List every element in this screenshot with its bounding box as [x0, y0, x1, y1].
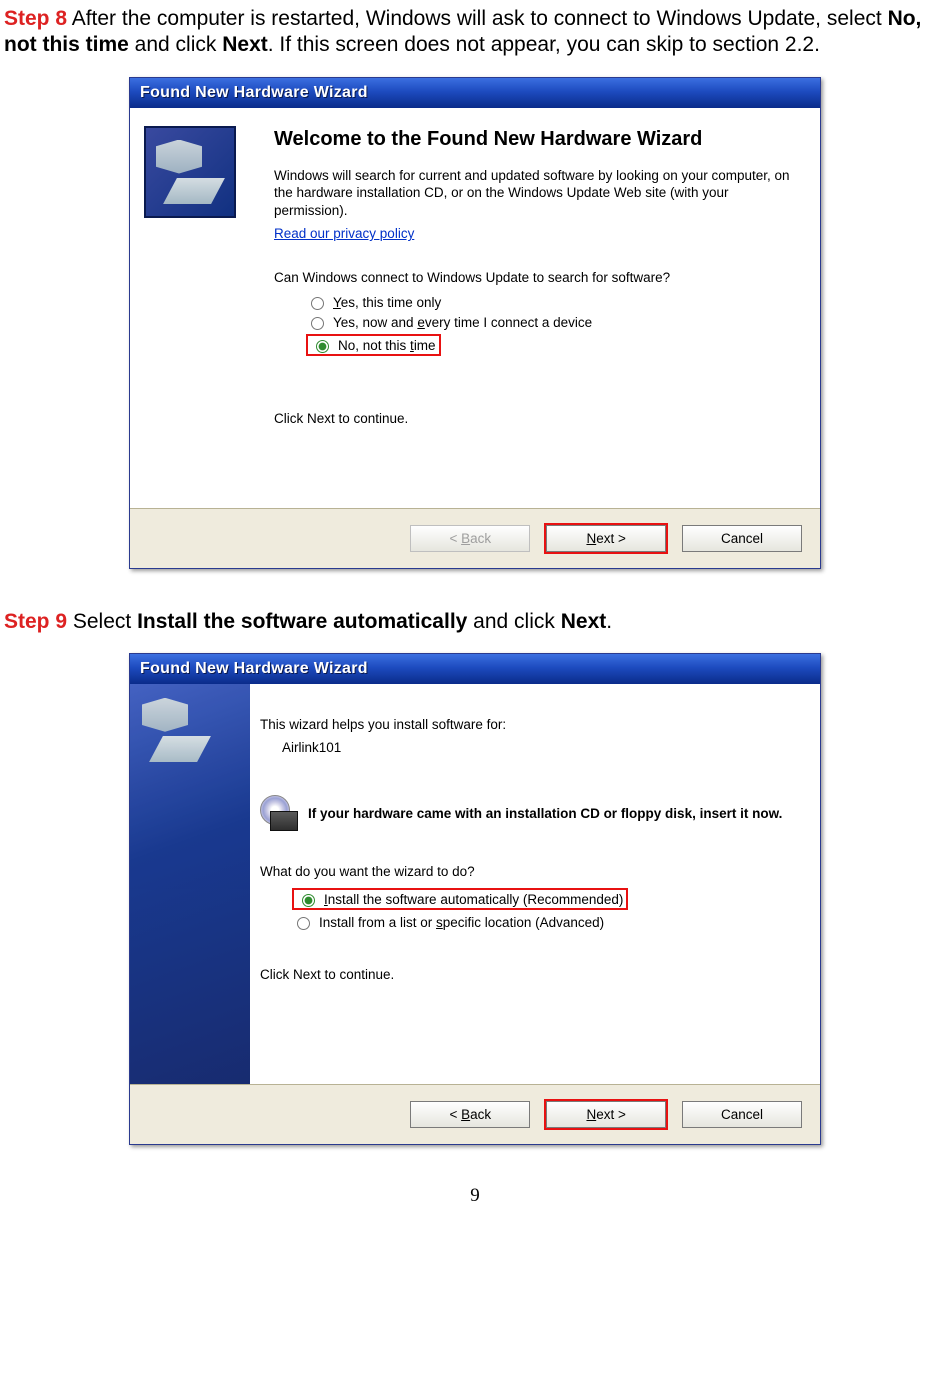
radio-specific[interactable]: Install from a list or specific location… [292, 914, 802, 930]
radio-label-auto: Install the software automatically (Reco… [324, 892, 623, 907]
dialog2-radios: Install the software automatically (Reco… [292, 888, 802, 930]
step9-bold1: Install the software automatically [137, 610, 467, 633]
dialog1-footer: < Back Next > Cancel [130, 508, 820, 568]
dialog1-content: Welcome to the Found New Hardware Wizard… [264, 108, 820, 508]
radio-no[interactable]: No, not this time [306, 334, 802, 356]
dialog2-wrap: Found New Hardware Wizard This wizard he… [4, 653, 942, 1145]
dialog1-icon-column [130, 108, 264, 508]
step8-bold2: Next [222, 33, 268, 56]
hardware-icon [130, 684, 250, 1084]
device-name: Airlink101 [282, 739, 802, 757]
dialog2-titlebar: Found New Hardware Wizard [130, 654, 820, 684]
dialog2-content: This wizard helps you install software f… [250, 684, 820, 1084]
step8-instruction: Step 8 After the computer is restarted, … [4, 6, 942, 59]
radio-input-specific[interactable] [297, 917, 310, 930]
dialog1-heading: Welcome to the Found New Hardware Wizard [274, 128, 802, 151]
back-button[interactable]: < Back [410, 1101, 530, 1128]
dialog2-footer: < Back Next > Cancel [130, 1084, 820, 1144]
cancel-button[interactable]: Cancel [682, 1101, 802, 1128]
dialog1-para1: Windows will search for current and upda… [274, 167, 802, 220]
radio-input-no[interactable] [316, 340, 329, 353]
radio-input-yes-once[interactable] [311, 297, 324, 310]
dialog1-radios: Yes, this time only Yes, now and every t… [306, 294, 802, 356]
radio-input-yes-every[interactable] [311, 317, 324, 330]
dialog1-body: Welcome to the Found New Hardware Wizard… [130, 108, 820, 508]
radio-auto[interactable]: Install the software automatically (Reco… [292, 888, 802, 910]
dialog2-icon-column [130, 684, 250, 1084]
radio-input-auto[interactable] [302, 894, 315, 907]
radio-yes-once[interactable]: Yes, this time only [306, 294, 802, 310]
radio-yes-every[interactable]: Yes, now and every time I connect a devi… [306, 314, 802, 330]
dialog2-question: What do you want the wizard to do? [260, 863, 802, 881]
dialog1-question: Can Windows connect to Windows Update to… [274, 269, 802, 287]
step8-text-b: and click [129, 33, 222, 56]
step9-bold2: Next [561, 610, 607, 633]
step8-text-c: . If this screen does not appear, you ca… [268, 33, 820, 56]
step9-text-c: . [606, 610, 612, 633]
cd-hint-text: If your hardware came with an installati… [308, 806, 782, 823]
privacy-link[interactable]: Read our privacy policy [274, 226, 414, 241]
dialog2-continue: Click Next to continue. [260, 966, 802, 984]
radio-label-yes-every: Yes, now and every time I connect a devi… [333, 315, 592, 330]
cancel-button[interactable]: Cancel [682, 525, 802, 552]
step9-text-b: and click [467, 610, 560, 633]
step9-label: Step 9 [4, 610, 67, 633]
cd-hint-row: If your hardware came with an installati… [260, 801, 802, 829]
hardware-icon [144, 126, 236, 218]
step8-label: Step 8 [4, 7, 67, 30]
cd-icon [260, 801, 298, 829]
dialog2-body: This wizard helps you install software f… [130, 684, 820, 1084]
radio-label-specific: Install from a list or specific location… [319, 915, 604, 930]
dialog2: Found New Hardware Wizard This wizard he… [129, 653, 821, 1145]
step8-text-a: After the computer is restarted, Windows… [67, 7, 888, 30]
back-button: < Back [410, 525, 530, 552]
next-button[interactable]: Next > [546, 1101, 666, 1128]
dialog1-titlebar: Found New Hardware Wizard [130, 78, 820, 108]
next-button[interactable]: Next > [546, 525, 666, 552]
dialog1: Found New Hardware Wizard Welcome to the… [129, 77, 821, 569]
page-number: 9 [4, 1185, 942, 1207]
dialog2-para1: This wizard helps you install software f… [260, 716, 802, 734]
dialog1-wrap: Found New Hardware Wizard Welcome to the… [4, 77, 942, 569]
dialog1-continue: Click Next to continue. [274, 410, 802, 428]
step9-text-a: Select [67, 610, 137, 633]
radio-label-no: No, not this time [338, 338, 436, 353]
step9-instruction: Step 9 Select Install the software autom… [4, 609, 942, 635]
radio-label-yes-once: Yes, this time only [333, 295, 441, 310]
